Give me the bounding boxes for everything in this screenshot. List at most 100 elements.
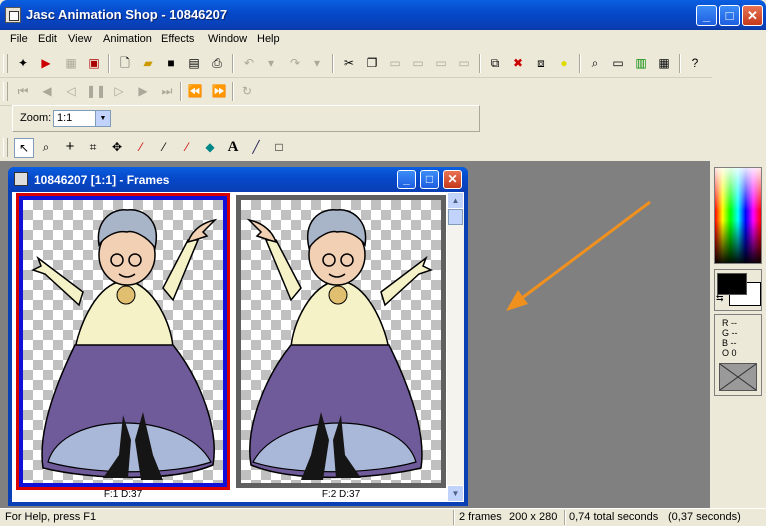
line-tool-icon[interactable]: ╱ [247,138,265,156]
frame-label-2: F:2 D:37 [321,489,361,500]
redo-dropdown-icon[interactable]: ▾ [308,54,326,72]
minimize-button[interactable]: _ [696,5,717,26]
menu-bar: File Edit View Animation Effects Window … [0,30,766,49]
app-icon[interactable] [5,7,21,23]
save-frames-icon[interactable]: ▤ [185,54,203,72]
frame-thumbnail-1[interactable] [16,193,230,490]
move-icon[interactable]: ✥ [108,138,126,156]
frames-window-title: 10846207 [1:1] - Frames [34,173,170,187]
status-divider [453,510,455,525]
paste-into-icon[interactable]: ▭ [455,54,473,72]
play-icon[interactable]: ▷ [110,82,128,100]
step-back-icon[interactable]: ◁ [62,82,80,100]
zoom-select[interactable]: 1:1 ▼ [53,110,111,127]
context-help-icon[interactable]: ? [686,54,704,72]
view-animation-icon[interactable]: ▭ [609,54,627,72]
fill-icon[interactable]: ◆ [201,138,219,156]
dropper-icon[interactable]: ⁄ [132,138,150,156]
child-minimize-button[interactable]: _ [397,170,416,189]
paintbrush-icon[interactable]: ⁄ [155,138,173,156]
rectangle-tool-icon[interactable]: □ [270,138,288,156]
filmstrip-icon[interactable]: ▦ [655,54,673,72]
cut-icon[interactable]: ✂ [340,54,358,72]
status-help-text: For Help, press F1 [5,511,97,523]
frame-label-1: F:1 D:37 [103,489,143,500]
light-icon[interactable]: ● [555,54,573,72]
toolbar-separator [332,54,334,73]
maximize-button[interactable]: □ [719,5,740,26]
last-frame-icon[interactable]: ⏭ [158,82,176,100]
chevron-down-icon[interactable]: ▼ [95,111,110,126]
toolbar-separator [108,54,110,73]
frame-properties-icon[interactable]: ⧈ [532,54,550,72]
insert-frames-icon[interactable]: ⧉ [486,54,504,72]
null-color-icon [719,363,757,391]
scroll-down-icon[interactable]: ▼ [447,485,464,502]
menu-help[interactable]: Help [257,33,280,45]
close-button[interactable]: ✕ [742,5,763,26]
null-cross [719,363,757,391]
scroll-up-icon[interactable]: ▲ [447,192,464,209]
color-info-box: R -- G -- B -- O 0 [714,314,762,396]
color-palette-icon[interactable]: ▥ [632,54,650,72]
zoom-icon[interactable]: ⌕ [37,138,55,156]
save-icon[interactable]: ■ [162,54,180,72]
zoom-tool-icon[interactable]: ⌕ [586,54,604,72]
toolbar-separator [679,54,681,73]
arrow-tool-icon[interactable]: ↖ [14,138,34,158]
menu-edit[interactable]: Edit [38,33,57,45]
toolbar-separator [180,82,182,101]
first-frame-icon[interactable]: ⏮ [14,82,32,100]
prev-animation-icon[interactable]: ⏪ [186,82,204,100]
delete-frames-icon[interactable]: ✖ [509,54,527,72]
maximize-icon: □ [425,172,434,186]
child-close-button[interactable]: ✕ [443,170,462,189]
frames-window: 10846207 [1:1] - Frames _ □ ✕ F:1 D:37 F… [8,167,468,506]
prev-frame-icon[interactable]: ◀ [38,82,56,100]
foreground-color-swatch[interactable] [717,273,747,295]
menu-file[interactable]: File [10,33,28,45]
animation-wizard-icon[interactable]: ✦ [14,54,32,72]
text-tool-icon[interactable]: A [224,138,242,156]
blue-value: B -- [722,338,737,348]
frames-window-icon[interactable] [14,172,28,186]
next-animation-icon[interactable]: ⏩ [210,82,228,100]
color-picker[interactable] [714,167,762,264]
vertical-scrollbar[interactable]: ▲ ▼ [447,192,464,502]
menu-animation[interactable]: Animation [103,33,152,45]
red-value: R -- [722,318,737,328]
paste-after-icon[interactable]: ▭ [432,54,450,72]
frame-thumbnail-2[interactable] [236,195,446,488]
new-icon[interactable]: 🗋 [116,54,134,72]
title-bar: Jasc Animation Shop - 10846207 _ □ ✕ [0,0,766,30]
opacity-value: O 0 [722,348,737,358]
print-icon[interactable]: ⎙ [208,54,226,72]
banner-wizard-icon[interactable]: ▶ [37,54,55,72]
undo-icon[interactable]: ↶ [240,54,258,72]
menu-effects[interactable]: Effects [161,33,194,45]
open-icon[interactable]: ▰ [139,54,157,72]
swap-colors-icon[interactable]: ⇆ [716,293,724,304]
redo-icon[interactable]: ↷ [286,54,304,72]
copy-icon[interactable]: ❐ [363,54,381,72]
toolbar-separator [232,54,234,73]
menu-view[interactable]: View [68,33,92,45]
menu-window[interactable]: Window [208,33,247,45]
video-icon[interactable]: ▣ [85,54,103,72]
maximize-icon: □ [725,8,734,23]
scroll-thumb[interactable] [448,209,463,225]
status-dimensions: 200 x 280 [509,511,558,523]
crosshair-icon[interactable]: + [61,138,79,156]
paste-before-icon[interactable]: ▭ [409,54,427,72]
loop-icon[interactable]: ↻ [238,82,256,100]
eraser-icon[interactable]: ⁄ [178,138,196,156]
child-maximize-button[interactable]: □ [420,170,439,189]
toolbar-grip [3,82,8,101]
step-forward-icon[interactable]: ▶ [134,82,152,100]
green-value: G -- [722,328,738,338]
crop-icon[interactable]: ⌗ [84,138,102,156]
pause-icon[interactable]: ❚❚ [86,82,106,100]
undo-dropdown-icon[interactable]: ▾ [262,54,280,72]
paste-icon[interactable]: ▭ [386,54,404,72]
optimize-wizard-icon[interactable]: ▦ [62,54,80,72]
